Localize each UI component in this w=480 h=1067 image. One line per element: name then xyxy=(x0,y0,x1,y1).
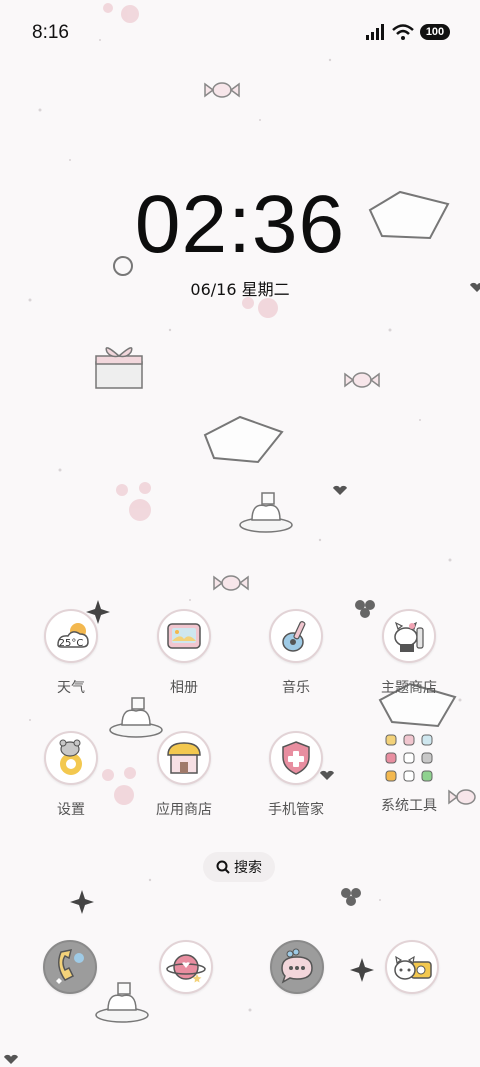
app-theme-store[interactable]: 主题商店 xyxy=(354,609,464,697)
app-label: 音乐 xyxy=(282,680,310,696)
browser-icon xyxy=(166,954,206,983)
phone-icon xyxy=(56,949,84,984)
app-label: 相册 xyxy=(170,680,198,696)
app-app-store[interactable]: 应用商店 xyxy=(129,731,239,819)
app-gallery[interactable]: 相册 xyxy=(129,609,239,697)
dock-camera[interactable] xyxy=(385,940,439,994)
status-time: 8:16 xyxy=(32,22,69,43)
app-label: 系统工具 xyxy=(381,798,437,814)
status-bar: 8:16 100 xyxy=(0,0,480,66)
app-music[interactable]: 音乐 xyxy=(241,609,351,697)
app-store-icon xyxy=(157,731,211,785)
app-system-tools-folder[interactable]: 系统工具 xyxy=(354,731,464,815)
battery-indicator: 100 xyxy=(420,24,450,40)
dock-browser[interactable] xyxy=(159,940,213,994)
app-label: 手机管家 xyxy=(268,802,324,818)
dock-messages[interactable] xyxy=(270,940,324,994)
search-label: 搜索 xyxy=(234,860,262,876)
dock-phone[interactable] xyxy=(43,940,97,994)
settings-icon xyxy=(44,731,98,785)
app-label: 天气 xyxy=(57,680,85,696)
wallpaper xyxy=(4,3,480,1064)
system-tools-folder-icon xyxy=(382,731,436,785)
app-phone-manager[interactable]: 手机管家 xyxy=(241,731,351,819)
phone-manager-icon xyxy=(269,731,323,785)
search-icon xyxy=(216,860,230,874)
music-icon xyxy=(269,609,323,663)
signal-icon xyxy=(366,24,384,40)
search-button[interactable]: 搜索 xyxy=(203,852,275,882)
weather-badge: 25°C xyxy=(59,638,84,649)
weather-icon: 25°C xyxy=(44,609,98,663)
app-weather[interactable]: 25°C 天气 xyxy=(16,609,126,697)
theme-store-icon xyxy=(382,609,436,663)
lock-date: 06/16 星期二 xyxy=(190,280,290,299)
lock-clock: 02:36 xyxy=(134,179,346,270)
messages-icon xyxy=(281,948,313,984)
status-icons: 100 xyxy=(366,24,450,40)
wifi-icon xyxy=(392,24,414,40)
app-label: 设置 xyxy=(57,802,85,818)
app-settings[interactable]: 设置 xyxy=(16,731,126,819)
app-label: 主题商店 xyxy=(381,680,437,696)
app-label: 应用商店 xyxy=(156,802,212,818)
camera-icon xyxy=(394,955,432,980)
gallery-icon xyxy=(157,609,211,663)
